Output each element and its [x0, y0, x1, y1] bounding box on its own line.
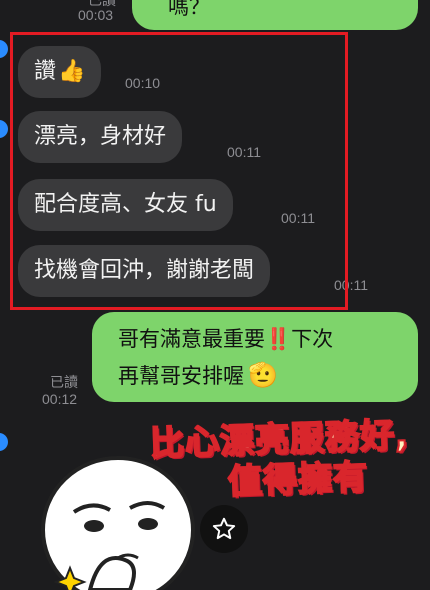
highlight-frame	[10, 32, 348, 310]
outgoing-bubble-prev[interactable]: 嗎？	[132, 0, 418, 30]
double-exclamation-icon: ‼️	[265, 327, 292, 351]
sticker-caption-line2: 值得擁有	[226, 457, 369, 504]
avatar[interactable]	[0, 120, 8, 138]
avatar[interactable]	[0, 40, 8, 58]
message-text: 哥有滿意最重要	[118, 327, 265, 351]
saluting-face-icon: 🫡	[248, 361, 278, 389]
outgoing-bubble[interactable]: 哥有滿意最重要‼️下次 再幫哥安排喔 🫡	[92, 312, 418, 402]
star-icon	[212, 517, 236, 540]
read-receipt: 已讀	[50, 374, 78, 390]
timestamp-top: 00:03	[78, 7, 114, 23]
message-text: 再幫哥安排喔	[118, 364, 244, 388]
message-text: 下次	[291, 327, 334, 351]
favorite-sticker-button[interactable]	[200, 505, 248, 553]
message-text: 嗎？	[168, 0, 210, 19]
